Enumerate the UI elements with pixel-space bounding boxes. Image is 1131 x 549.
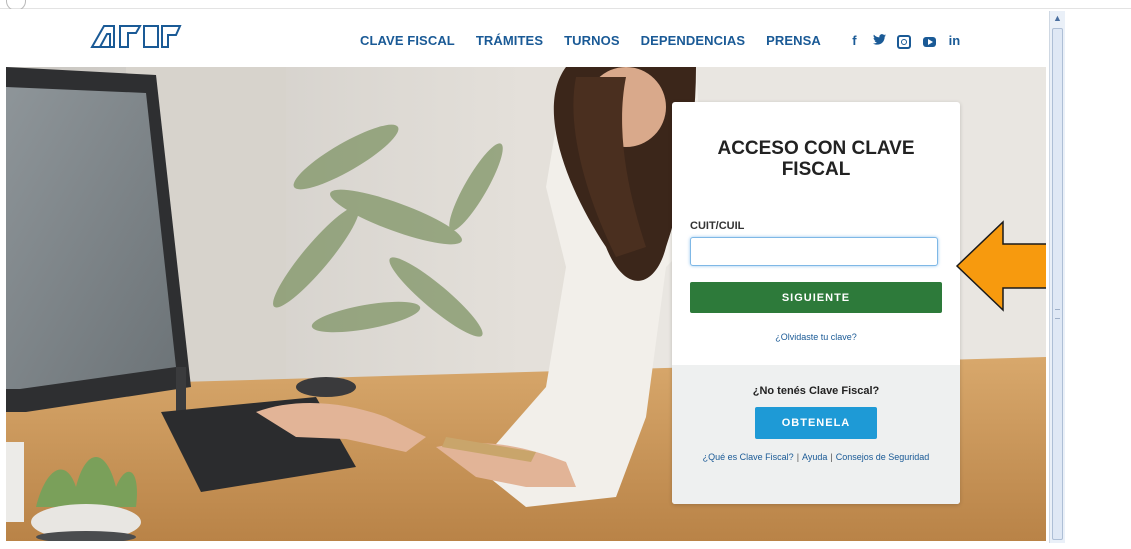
help-link[interactable]: Ayuda	[802, 452, 827, 462]
vertical-scrollbar[interactable]: ▲	[1049, 11, 1065, 543]
nav-tramites[interactable]: TRÁMITES	[476, 33, 543, 48]
nav-turnos[interactable]: TURNOS	[564, 33, 620, 48]
nav-dependencias[interactable]: DEPENDENCIAS	[641, 33, 746, 48]
link-separator: |	[796, 452, 800, 462]
cuit-input[interactable]	[690, 237, 938, 266]
forgot-password-link[interactable]: ¿Olvidaste tu clave?	[672, 332, 960, 342]
nav-clave-fiscal[interactable]: CLAVE FISCAL	[360, 33, 455, 48]
scrollbar-grip-icon	[1055, 309, 1060, 319]
afip-page: CLAVE FISCAL TRÁMITES TURNOS DEPENDENCIA…	[6, 9, 1046, 541]
signup-section: ¿No tenés Clave Fiscal? OBTENELA ¿Qué es…	[672, 365, 960, 504]
twitter-icon[interactable]	[867, 33, 892, 48]
youtube-icon[interactable]	[917, 33, 942, 48]
next-button[interactable]: SIGUIENTE	[690, 282, 942, 313]
scrollbar-thumb[interactable]	[1052, 28, 1063, 540]
what-is-clave-link[interactable]: ¿Qué es Clave Fiscal?	[703, 452, 794, 462]
login-title: ACCESO CON CLAVE FISCAL	[717, 138, 915, 180]
login-card: ACCESO CON CLAVE FISCAL CUIT/CUIL SIGUIE…	[672, 102, 960, 504]
cuit-label: CUIT/CUIL	[690, 220, 745, 232]
get-clave-button[interactable]: OBTENELA	[755, 407, 877, 439]
help-links: ¿Qué es Clave Fiscal? | Ayuda | Consejos de …	[702, 449, 930, 465]
no-clave-text: ¿No tenés Clave Fiscal?	[752, 385, 880, 397]
facebook-icon[interactable]: f	[842, 33, 867, 48]
scroll-up-arrow-icon[interactable]: ▲	[1050, 11, 1065, 26]
afip-logo[interactable]	[90, 23, 210, 54]
orange-arrow-annotation	[955, 220, 1046, 317]
nav-prensa[interactable]: PRENSA	[766, 33, 821, 48]
site-header: CLAVE FISCAL TRÁMITES TURNOS DEPENDENCIA…	[6, 9, 1046, 67]
instagram-icon[interactable]	[892, 33, 917, 49]
linkedin-icon[interactable]: in	[942, 33, 967, 48]
link-separator: |	[830, 452, 833, 462]
browser-top-strip	[0, 0, 1131, 11]
security-tips-link[interactable]: Consejos de Seguridad	[836, 452, 930, 462]
main-nav: CLAVE FISCAL TRÁMITES TURNOS DEPENDENCIA…	[360, 33, 967, 49]
